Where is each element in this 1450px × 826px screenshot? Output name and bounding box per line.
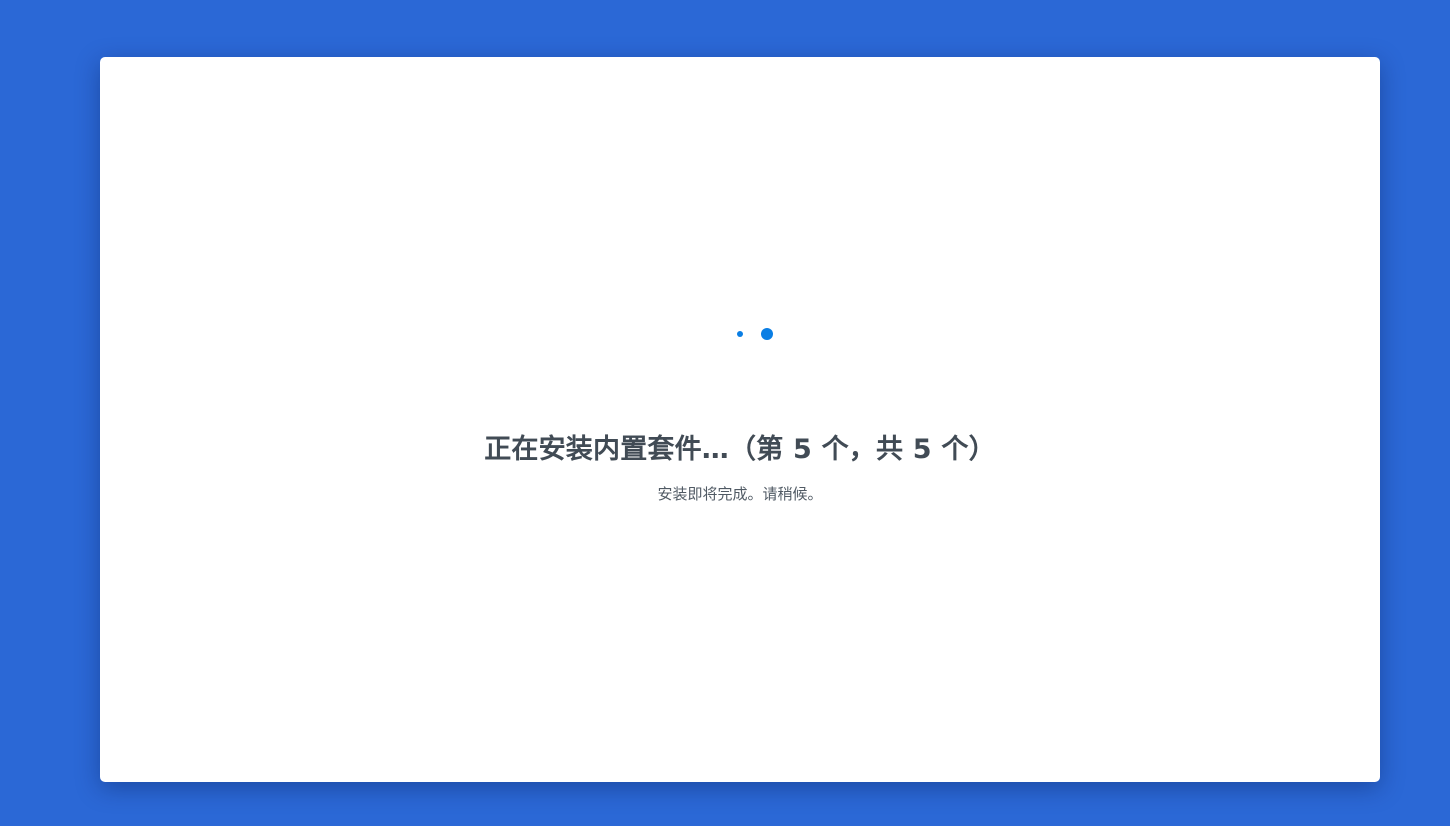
spinner-dot-small [737, 331, 743, 337]
install-progress-subtitle: 安装即将完成。请稍候。 [657, 485, 823, 503]
install-progress-title: 正在安装内置套件…（第 5 个，共 5 个） [484, 434, 996, 465]
install-dialog: 正在安装内置套件…（第 5 个，共 5 个） 安装即将完成。请稍候。 [100, 57, 1380, 782]
loading-spinner-icon [100, 57, 1380, 782]
spinner-dot-large [761, 328, 773, 340]
